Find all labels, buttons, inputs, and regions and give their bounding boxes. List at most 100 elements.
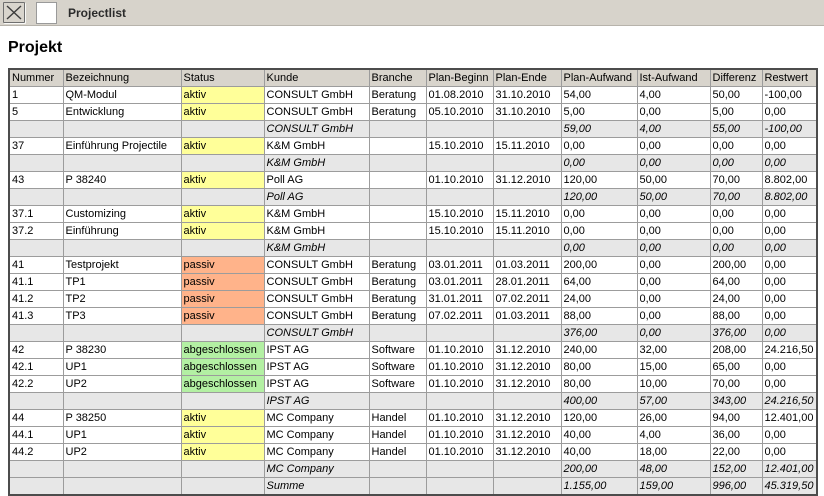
cell-ist-aufwand: 0,00: [637, 274, 710, 291]
cell-branche: Software: [369, 342, 426, 359]
cell-nummer: 37: [9, 138, 63, 155]
customer-link[interactable]: CONSULT GmbH: [264, 291, 369, 308]
cell-branche: Handel: [369, 410, 426, 427]
customer-link[interactable]: CONSULT GmbH: [264, 274, 369, 291]
cell-restwert: 0,00: [762, 223, 817, 240]
subtotal-row: IPST AG400,0057,00343,0024.216,50: [9, 393, 817, 410]
cell-bezeichnung: [63, 325, 181, 342]
cell-plan-aufwand: 240,00: [561, 342, 637, 359]
status-badge: aktiv: [181, 223, 264, 240]
cell-differenz: 24,00: [710, 291, 762, 308]
status-badge: [181, 461, 264, 478]
cell-differenz: 70,00: [710, 189, 762, 206]
cell-bezeichnung: [63, 393, 181, 410]
cell-restwert: 12.401,00: [762, 410, 817, 427]
cell-bezeichnung: [63, 121, 181, 138]
customer-link[interactable]: MC Company: [264, 410, 369, 427]
subtotal-row: CONSULT GmbH59,004,0055,00-100,00: [9, 121, 817, 138]
cell-differenz: 88,00: [710, 308, 762, 325]
customer-link[interactable]: CONSULT GmbH: [264, 87, 369, 104]
status-badge: aktiv: [181, 410, 264, 427]
cell-plan-aufwand: 200,00: [561, 461, 637, 478]
table-row: 42.1UP1abgeschlossenIPST AGSoftware01.10…: [9, 359, 817, 376]
cell-bezeichnung: P 38240: [63, 172, 181, 189]
cell-plan-ende: [493, 189, 561, 206]
cell-plan-aufwand: 40,00: [561, 427, 637, 444]
cell-plan-ende: [493, 325, 561, 342]
status-badge: aktiv: [181, 172, 264, 189]
cell-differenz: 5,00: [710, 104, 762, 121]
status-badge: aktiv: [181, 138, 264, 155]
cell-ist-aufwand: 4,00: [637, 87, 710, 104]
cell-restwert: 0,00: [762, 325, 817, 342]
cell-bezeichnung: Customizing: [63, 206, 181, 223]
close-icon: [6, 5, 22, 20]
customer-link[interactable]: MC Company: [264, 427, 369, 444]
cell-plan-beginn: 03.01.2011: [426, 257, 493, 274]
table-body: 1QM-ModulaktivCONSULT GmbHBeratung01.08.…: [9, 87, 817, 496]
cell-ist-aufwand: 18,00: [637, 444, 710, 461]
customer-link[interactable]: IPST AG: [264, 342, 369, 359]
customer-link[interactable]: MC Company: [264, 444, 369, 461]
cell-plan-ende: 15.11.2010: [493, 206, 561, 223]
cell-plan-beginn: 15.10.2010: [426, 223, 493, 240]
cell-plan-beginn: [426, 461, 493, 478]
cell-bezeichnung: TP3: [63, 308, 181, 325]
cell-nummer: 44: [9, 410, 63, 427]
cell-differenz: 376,00: [710, 325, 762, 342]
table-row: 37.1CustomizingaktivK&M GmbH15.10.201015…: [9, 206, 817, 223]
cell-restwert: 45.319,50: [762, 478, 817, 496]
customer-link: IPST AG: [264, 393, 369, 410]
cell-differenz: 996,00: [710, 478, 762, 496]
cell-bezeichnung: [63, 155, 181, 172]
customer-link[interactable]: CONSULT GmbH: [264, 257, 369, 274]
cell-plan-ende: 31.12.2010: [493, 342, 561, 359]
cell-plan-beginn: 31.01.2011: [426, 291, 493, 308]
customer-link[interactable]: CONSULT GmbH: [264, 104, 369, 121]
cell-plan-aufwand: 54,00: [561, 87, 637, 104]
table-row: 44.1UP1aktivMC CompanyHandel01.10.201031…: [9, 427, 817, 444]
customer-link[interactable]: CONSULT GmbH: [264, 308, 369, 325]
subtotal-row: K&M GmbH0,000,000,000,00: [9, 155, 817, 172]
cell-restwert: 24.216,50: [762, 393, 817, 410]
cell-plan-ende: 01.03.2011: [493, 257, 561, 274]
status-badge: [181, 240, 264, 257]
cell-plan-beginn: 03.01.2011: [426, 274, 493, 291]
cell-ist-aufwand: 10,00: [637, 376, 710, 393]
cell-plan-beginn: 01.08.2010: [426, 87, 493, 104]
cell-nummer: [9, 155, 63, 172]
column-header-differenz: Differenz: [710, 69, 762, 87]
tab-checkbox[interactable]: [36, 2, 57, 24]
cell-nummer: [9, 121, 63, 138]
column-header-plan-aufwand: Plan-Aufwand: [561, 69, 637, 87]
cell-plan-ende: 15.11.2010: [493, 138, 561, 155]
close-button[interactable]: [3, 2, 25, 23]
cell-plan-beginn: 15.10.2010: [426, 206, 493, 223]
cell-plan-aufwand: 59,00: [561, 121, 637, 138]
cell-branche: Beratung: [369, 274, 426, 291]
customer-link[interactable]: K&M GmbH: [264, 223, 369, 240]
cell-branche: [369, 206, 426, 223]
customer-link[interactable]: IPST AG: [264, 376, 369, 393]
cell-branche: Beratung: [369, 291, 426, 308]
customer-link[interactable]: K&M GmbH: [264, 138, 369, 155]
cell-bezeichnung: UP2: [63, 376, 181, 393]
status-badge: [181, 121, 264, 138]
customer-link[interactable]: K&M GmbH: [264, 206, 369, 223]
customer-link[interactable]: Poll AG: [264, 172, 369, 189]
project-table: NummerBezeichnungStatusKundeBranchePlan-…: [8, 68, 818, 496]
cell-branche: [369, 189, 426, 206]
status-badge: abgeschlossen: [181, 376, 264, 393]
status-badge: passiv: [181, 308, 264, 325]
customer-link: K&M GmbH: [264, 155, 369, 172]
cell-plan-beginn: 01.10.2010: [426, 342, 493, 359]
cell-nummer: 37.2: [9, 223, 63, 240]
cell-bezeichnung: [63, 461, 181, 478]
cell-nummer: 37.1: [9, 206, 63, 223]
cell-plan-ende: [493, 478, 561, 496]
customer-link[interactable]: IPST AG: [264, 359, 369, 376]
cell-plan-beginn: 01.10.2010: [426, 427, 493, 444]
column-header-status: Status: [181, 69, 264, 87]
cell-branche: [369, 223, 426, 240]
cell-plan-ende: 31.12.2010: [493, 376, 561, 393]
